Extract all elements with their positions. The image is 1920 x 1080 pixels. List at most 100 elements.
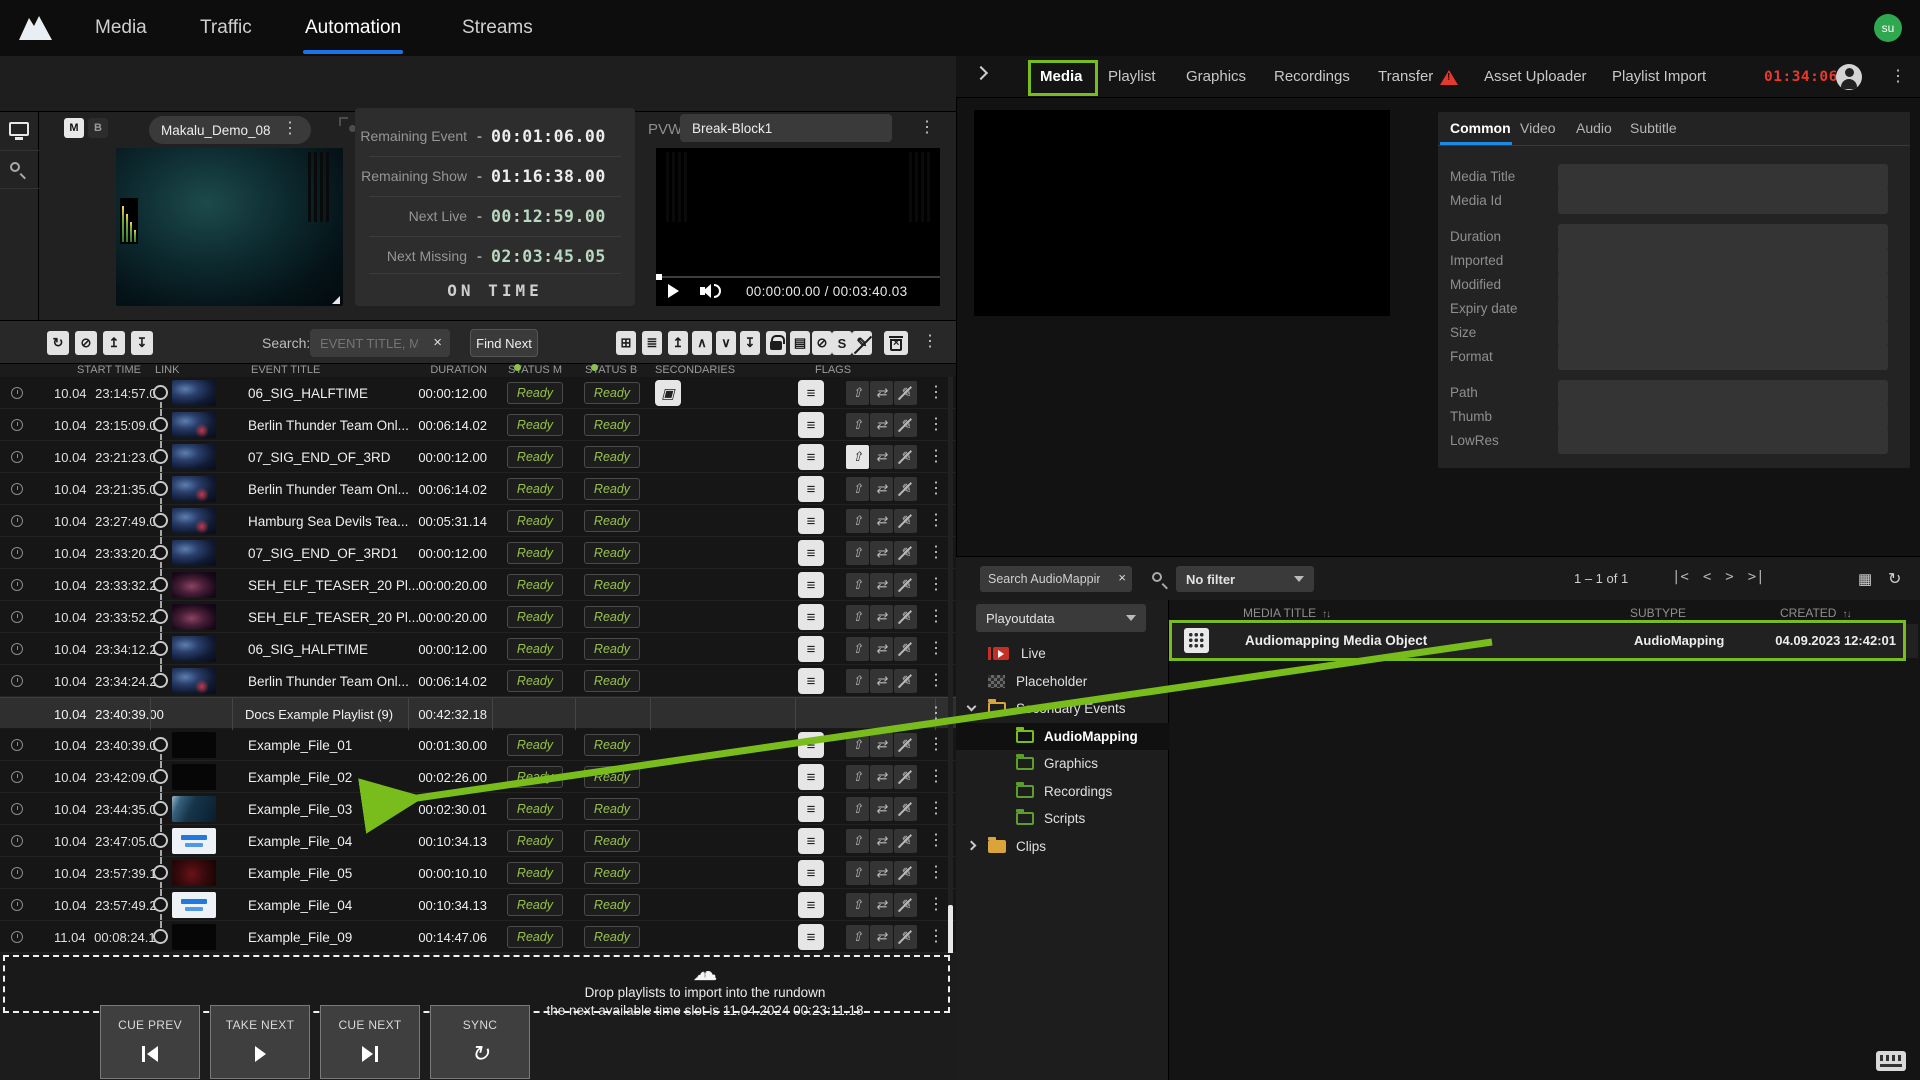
no-edit-flag-icon[interactable]: ✎ bbox=[894, 733, 917, 757]
fixed-time-flag-icon[interactable]: ⇧ bbox=[846, 605, 869, 629]
no-edit-flag-icon[interactable]: ✎ bbox=[894, 669, 917, 693]
row-menu-button[interactable]: ⋮ bbox=[928, 801, 944, 817]
notes-flag-icon[interactable]: ≡ bbox=[798, 412, 824, 438]
transition-flag-icon[interactable]: ⇄ bbox=[870, 477, 893, 501]
link-node[interactable] bbox=[153, 769, 168, 784]
notes-flag-icon[interactable]: ≡ bbox=[798, 668, 824, 694]
nav-tab-media[interactable]: Media bbox=[95, 0, 147, 56]
fixed-time-flag-icon[interactable]: ⇧ bbox=[846, 893, 869, 917]
transition-flag-icon[interactable]: ⇄ bbox=[870, 509, 893, 533]
transition-flag-icon[interactable]: ⇄ bbox=[870, 413, 893, 437]
transition-flag-icon[interactable]: ⇄ bbox=[870, 861, 893, 885]
transition-flag-icon[interactable]: ⇄ bbox=[870, 381, 893, 405]
transport-take-next[interactable]: TAKE NEXT bbox=[210, 1005, 310, 1079]
fixed-time-flag-icon[interactable]: ⇧ bbox=[846, 797, 869, 821]
pvw-menu-button[interactable]: ⋮ bbox=[919, 120, 935, 136]
fixed-time-flag-icon[interactable]: ⇧ bbox=[846, 541, 869, 565]
rundown-row[interactable]: 10.04 23:44:35.00 Example_File_03 00:02:30… bbox=[0, 793, 956, 825]
clear-search-icon[interactable]: × bbox=[433, 334, 442, 351]
transition-flag-icon[interactable]: ⇄ bbox=[870, 797, 893, 821]
tree-root-dropdown[interactable]: Playoutdata bbox=[976, 604, 1146, 632]
column-subtype[interactable]: SUBTYPE bbox=[1630, 606, 1686, 620]
meta-field-media-id[interactable] bbox=[1558, 188, 1888, 214]
link-node[interactable] bbox=[153, 737, 168, 752]
channel-menu-button[interactable]: ⋮ bbox=[282, 121, 298, 137]
notes-flag-icon[interactable]: ≡ bbox=[798, 444, 824, 470]
row-menu-button[interactable]: ⋮ bbox=[928, 545, 944, 561]
row-menu-button[interactable]: ⋮ bbox=[928, 706, 944, 722]
rundown-row[interactable]: 10.04 23:40:39.00 Example_File_01 00:01:30… bbox=[0, 729, 956, 761]
transport-cue-next[interactable]: CUE NEXT bbox=[320, 1005, 420, 1079]
toolbar-menu-button[interactable]: ⋮ bbox=[922, 334, 938, 350]
rundown-row[interactable]: 10.04 23:21:23.07 07_SIG_END_OF_3RD 00:00:… bbox=[0, 441, 956, 473]
transition-flag-icon[interactable]: ⇄ bbox=[870, 573, 893, 597]
tree-item-clips[interactable]: Clips bbox=[956, 833, 1169, 860]
rundown-row[interactable]: 10.04 23:21:35.07 Berlin Thunder Team Onl… bbox=[0, 473, 956, 505]
fixed-time-flag-icon[interactable]: ⇧ bbox=[846, 829, 869, 853]
pvw-monitor[interactable] bbox=[656, 148, 940, 276]
notes-flag-icon[interactable]: ≡ bbox=[798, 604, 824, 630]
chevron-right-icon[interactable] bbox=[966, 840, 977, 851]
row-menu-button[interactable]: ⋮ bbox=[928, 609, 944, 625]
meta-field-duration[interactable] bbox=[1558, 224, 1888, 250]
find-next-button[interactable]: Find Next bbox=[470, 329, 538, 357]
fixed-time-flag-icon[interactable]: ⇧ bbox=[846, 381, 869, 405]
rundown-row[interactable]: 10.04 23:33:32.23 SEH_ELF_TEASER_20 Pl...… bbox=[0, 569, 956, 601]
keyboard-icon[interactable] bbox=[1876, 1051, 1906, 1071]
rundown-row[interactable]: 10.04 23:57:39.14 Example_File_05 00:00:10… bbox=[0, 857, 956, 889]
volume-icon[interactable] bbox=[700, 284, 711, 298]
user-avatar[interactable]: su bbox=[1874, 14, 1902, 42]
tree-item-secondary-events[interactable]: Secondary Events bbox=[956, 695, 1169, 722]
transition-flag-icon[interactable]: ⇄ bbox=[870, 733, 893, 757]
row-menu-button[interactable]: ⋮ bbox=[928, 769, 944, 785]
row-menu-button[interactable]: ⋮ bbox=[928, 577, 944, 593]
no-edit-flag-icon[interactable]: ✎ bbox=[894, 541, 917, 565]
fixed-time-flag-icon[interactable]: ⇧ bbox=[846, 925, 869, 949]
media-list-row[interactable]: Audiomapping Media Object AudioMapping 0… bbox=[1172, 624, 1918, 658]
page-next-icon[interactable]: > bbox=[1725, 569, 1733, 585]
search-icon[interactable] bbox=[1152, 572, 1162, 582]
no-edit-flag-icon[interactable]: ✎ bbox=[894, 893, 917, 917]
link-node[interactable] bbox=[153, 385, 168, 400]
transition-flag-icon[interactable]: ⇄ bbox=[870, 669, 893, 693]
fixed-time-flag-icon[interactable]: ⇧ bbox=[846, 413, 869, 437]
notes-flag-icon[interactable]: ≡ bbox=[798, 860, 824, 886]
notes-flag-icon[interactable]: ≡ bbox=[798, 380, 824, 406]
row-menu-button[interactable]: ⋮ bbox=[928, 673, 944, 689]
fixed-time-flag-icon[interactable]: ⇧ bbox=[846, 445, 869, 469]
collapse-panel-icon[interactable] bbox=[973, 65, 989, 81]
notes-flag-icon[interactable]: ≡ bbox=[798, 892, 824, 918]
card-view-icon[interactable]: ▤ bbox=[790, 331, 810, 355]
panel-tab-asset-uploader[interactable]: Asset Uploader bbox=[1484, 56, 1587, 98]
panel-tab-media[interactable]: Media bbox=[1040, 56, 1083, 98]
no-edit-flag-icon[interactable]: ✎ bbox=[894, 637, 917, 661]
list-icon[interactable]: ≣ bbox=[642, 331, 662, 355]
meta-field-path[interactable] bbox=[1558, 380, 1888, 406]
no-notes-icon[interactable]: ⊘ bbox=[812, 331, 832, 355]
subtitle-icon[interactable]: S bbox=[832, 331, 852, 355]
move-up-icon[interactable]: ∧ bbox=[692, 331, 712, 355]
move-bottom-icon[interactable]: ↧ bbox=[740, 331, 760, 355]
link-node[interactable] bbox=[153, 673, 168, 688]
media-preview-monitor[interactable] bbox=[974, 110, 1390, 316]
meta-tab-video[interactable]: Video bbox=[1520, 120, 1556, 136]
transition-flag-icon[interactable]: ⇄ bbox=[870, 925, 893, 949]
tree-item-recordings[interactable]: Recordings bbox=[956, 778, 1169, 805]
transition-flag-icon[interactable]: ⇄ bbox=[870, 637, 893, 661]
insert-row-icon[interactable]: ⊞ bbox=[616, 331, 636, 355]
link-node[interactable] bbox=[153, 897, 168, 912]
column-media-title[interactable]: MEDIA TITLE ↑↓ bbox=[1243, 606, 1331, 620]
rundown-row[interactable]: 10.04 23:34:12.23 06_SIG_HALFTIME 00:00:12… bbox=[0, 633, 956, 665]
notes-flag-icon[interactable]: ≡ bbox=[798, 508, 824, 534]
transition-flag-icon[interactable]: ⇄ bbox=[870, 445, 893, 469]
row-menu-button[interactable]: ⋮ bbox=[928, 737, 944, 753]
no-edit-flag-icon[interactable]: ✎ bbox=[894, 797, 917, 821]
no-edit-flag-icon[interactable]: ✎ bbox=[894, 477, 917, 501]
move-top-icon[interactable]: ↥ bbox=[668, 331, 688, 355]
fixed-time-flag-icon[interactable]: ⇧ bbox=[846, 477, 869, 501]
rundown-row[interactable]: 10.04 23:33:20.23 07_SIG_END_OF_3RD1 00:00… bbox=[0, 537, 956, 569]
row-menu-button[interactable]: ⋮ bbox=[928, 929, 944, 945]
no-edit-flag-icon[interactable]: ✎ bbox=[894, 445, 917, 469]
row-menu-button[interactable]: ⋮ bbox=[928, 865, 944, 881]
transition-flag-icon[interactable]: ⇄ bbox=[870, 765, 893, 789]
